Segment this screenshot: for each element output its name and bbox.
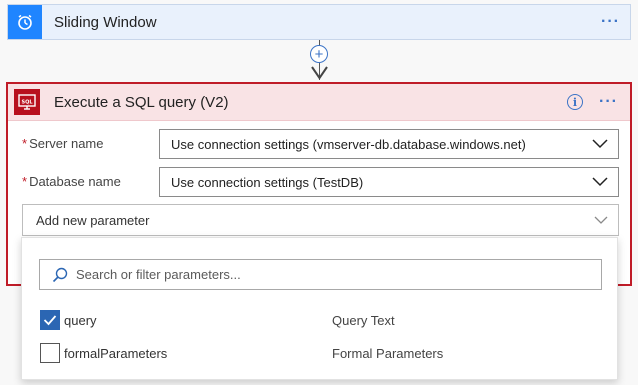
add-new-parameter-label: Add new parameter — [36, 212, 150, 228]
parameter-item-formal-parameters[interactable]: formalParameters Formal Parameters — [40, 343, 600, 363]
formal-parameters-checkbox[interactable] — [40, 343, 60, 363]
server-name-row: * Server name Use connection settings (vm… — [8, 129, 630, 159]
checkmark-icon — [43, 315, 57, 326]
parameter-name: formalParameters — [64, 345, 168, 361]
database-name-row: * Database name Use connection settings (… — [8, 167, 630, 197]
chevron-down-icon — [594, 216, 608, 224]
sql-server-icon: SQL — [14, 89, 40, 115]
parameter-search-box[interactable] — [39, 259, 602, 290]
parameter-search-input[interactable] — [74, 266, 578, 283]
plus-icon: + — [314, 45, 324, 63]
database-name-label: * Database name — [22, 174, 121, 189]
required-marker: * — [22, 136, 28, 151]
database-name-value: Use connection settings (TestDB) — [171, 174, 364, 190]
svg-text:SQL: SQL — [21, 100, 33, 106]
required-marker: * — [22, 174, 28, 189]
trigger-more-options-button[interactable]: ··· — [601, 13, 620, 31]
chevron-down-icon — [592, 139, 608, 149]
action-more-options-button[interactable]: ··· — [599, 93, 618, 111]
info-icon[interactable]: i — [567, 94, 584, 110]
parameter-description: Query Text — [332, 312, 395, 328]
parameter-item-query[interactable]: query Query Text — [40, 310, 600, 330]
server-name-value: Use connection settings (vmserver-db.dat… — [171, 136, 526, 152]
server-name-label: * Server name — [22, 136, 104, 151]
add-new-parameter-dropdown[interactable]: Add new parameter — [22, 204, 619, 236]
add-step-button[interactable]: + — [310, 45, 328, 63]
parameter-dropdown-panel: query Query Text formalParameters Formal… — [21, 237, 618, 380]
alarm-clock-icon — [8, 5, 42, 39]
search-icon — [52, 267, 68, 282]
action-header[interactable]: SQL Execute a SQL query (V2) i ··· — [8, 84, 630, 121]
database-name-dropdown[interactable]: Use connection settings (TestDB) — [159, 167, 619, 197]
parameter-name: query — [64, 312, 97, 328]
trigger-title: Sliding Window — [54, 13, 157, 31]
parameter-description: Formal Parameters — [332, 345, 444, 361]
query-checkbox[interactable] — [40, 310, 60, 330]
action-title: Execute a SQL query (V2) — [54, 93, 229, 111]
logic-app-designer: Sliding Window ··· + SQL Execute a SQL q… — [0, 0, 638, 385]
chevron-down-icon — [592, 177, 608, 187]
trigger-card-sliding-window[interactable]: Sliding Window ··· — [7, 4, 631, 40]
server-name-dropdown[interactable]: Use connection settings (vmserver-db.dat… — [159, 129, 619, 159]
